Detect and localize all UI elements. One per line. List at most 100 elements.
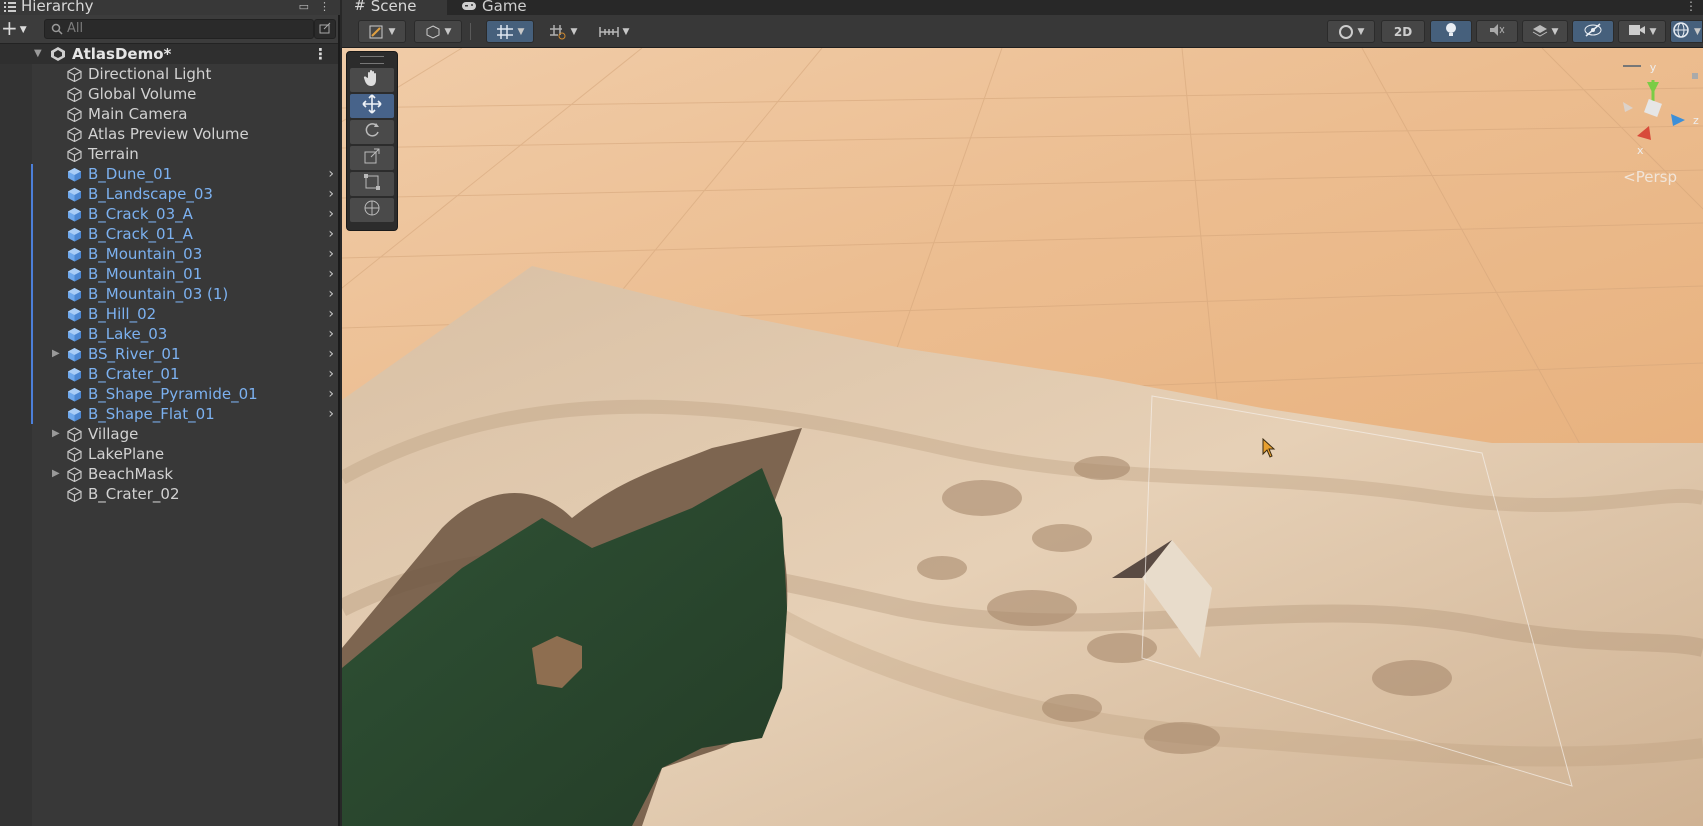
chevron-right-icon[interactable]: › [328, 164, 334, 184]
effects-dropdown[interactable]: ▼ [1522, 20, 1568, 43]
hierarchy-row[interactable]: B_Mountain_03 (1) › [0, 284, 338, 304]
chevron-right-icon[interactable]: › [328, 204, 334, 224]
ruler-dropdown[interactable]: ▼ [590, 20, 638, 43]
add-object-button[interactable]: + ▼ [1, 18, 29, 39]
lighting-toggle[interactable] [1430, 20, 1472, 43]
chevron-right-icon[interactable]: › [328, 264, 334, 284]
scene-root-row[interactable]: ▼ AtlasDemo* ⋮ [0, 44, 338, 64]
hierarchy-row[interactable]: B_Dune_01 › [0, 164, 338, 184]
hidden-objects-toggle[interactable] [1572, 20, 1614, 43]
more-options-icon[interactable]: ⋮ [319, 0, 330, 13]
prefab-icon [67, 387, 82, 402]
hierarchy-row[interactable]: B_Mountain_01 › [0, 264, 338, 284]
gizmo-center-cube[interactable] [1644, 99, 1662, 117]
gameobject-icon [67, 147, 82, 163]
hand-tool-button[interactable] [350, 68, 394, 92]
search-input[interactable]: All [44, 19, 314, 39]
gameobject-icon [67, 107, 82, 123]
hierarchy-item-label: Main Camera [88, 105, 188, 123]
draw-mode-dropdown[interactable]: ▼ [358, 20, 406, 43]
gizmo-z-axis[interactable] [1671, 114, 1685, 126]
hierarchy-row[interactable]: Main Camera [0, 104, 338, 124]
hierarchy-row[interactable]: ▶ Village [0, 424, 338, 444]
camera-icon [1628, 24, 1646, 39]
increment-snap-dropdown[interactable]: ▼ [542, 20, 584, 43]
scale-tool-button[interactable] [350, 146, 394, 170]
grid-icon: # [354, 0, 366, 14]
hierarchy-item-label: LakePlane [88, 445, 165, 463]
hierarchy-row[interactable]: Atlas Preview Volume [0, 124, 338, 144]
chevron-right-icon[interactable]: › [328, 384, 334, 404]
chevron-right-icon[interactable]: › [328, 404, 334, 424]
toggle-2d-button[interactable]: 2D [1381, 20, 1425, 43]
list-icon [4, 1, 16, 12]
chevron-right-icon[interactable]: › [328, 324, 334, 344]
gizmos-dropdown[interactable]: ▼ [1670, 20, 1703, 43]
gizmo-x-axis[interactable] [1637, 126, 1651, 140]
hierarchy-row[interactable]: Directional Light [0, 64, 338, 84]
chevron-right-icon[interactable]: › [328, 224, 334, 244]
projection-toggle[interactable]: <Persp [1623, 168, 1677, 186]
transform-tool-button[interactable] [350, 198, 394, 222]
rect-tool-button[interactable] [350, 172, 394, 196]
hierarchy-row[interactable]: LakePlane [0, 444, 338, 464]
move-tool-button[interactable] [350, 94, 394, 118]
transform-icon [363, 199, 381, 221]
hierarchy-row[interactable]: B_Hill_02 › [0, 304, 338, 324]
chevron-right-icon[interactable]: › [328, 184, 334, 204]
tab-scene-label: Scene [370, 0, 417, 15]
tab-game-label: Game [482, 0, 527, 15]
shading-dropdown[interactable]: ▼ [1327, 20, 1375, 43]
chevron-right-icon[interactable]: › [328, 364, 334, 384]
hierarchy-row[interactable]: ▶ BeachMask [0, 464, 338, 484]
hierarchy-row[interactable]: B_Shape_Pyramide_01 › [0, 384, 338, 404]
rotate-tool-button[interactable] [350, 120, 394, 144]
prefab-icon [67, 267, 82, 282]
hierarchy-row[interactable]: B_Crater_01 › [0, 364, 338, 384]
chevron-right-icon[interactable]: › [328, 284, 334, 304]
tab-game[interactable]: Game [451, 0, 551, 15]
hierarchy-row[interactable]: Global Volume [0, 84, 338, 104]
mouse-cursor-icon [1262, 437, 1278, 464]
prefab-override-bar [31, 404, 33, 424]
foldout-collapsed-icon[interactable]: ▶ [52, 464, 60, 484]
hidden-icon [1584, 23, 1602, 40]
scene-menu-icon[interactable]: ⋮ [313, 44, 328, 64]
gameobject-icon [67, 487, 82, 503]
lightbulb-icon [1444, 22, 1458, 41]
hierarchy-row[interactable]: Terrain [0, 144, 338, 164]
tab-scene[interactable]: # Scene [342, 0, 447, 15]
scene-panel: # Scene Game ⋮ ▼ ▼ ▼ ▼ ▼ ▼ 2D ▼ ▼ ▼ y z … [342, 0, 1703, 826]
hierarchy-row[interactable]: B_Crater_02 [0, 484, 338, 504]
scene-viewport[interactable]: y z x <Persp [342, 48, 1703, 826]
hierarchy-row[interactable]: B_Crack_03_A › [0, 204, 338, 224]
gizmo-y-axis[interactable] [1647, 82, 1659, 94]
foldout-expanded-icon[interactable]: ▼ [34, 44, 42, 64]
tab-hierarchy[interactable]: Hierarchy [0, 0, 340, 15]
hierarchy-panel: Hierarchy ▭ ⋮ + ▼ All ▼ AtlasDemo* ⋮ Dire… [0, 0, 340, 826]
chevron-right-icon[interactable]: › [328, 344, 334, 364]
chevron-right-icon[interactable]: › [328, 304, 334, 324]
hierarchy-row[interactable]: B_Mountain_03 › [0, 244, 338, 264]
grid-snap-toggle[interactable]: ▼ [486, 20, 534, 43]
chevron-right-icon[interactable]: › [328, 244, 334, 264]
camera-dropdown[interactable]: ▼ [1618, 20, 1666, 43]
hierarchy-row[interactable]: B_Landscape_03 › [0, 184, 338, 204]
more-options-icon[interactable]: ⋮ [1685, 0, 1697, 12]
toolbar-separator [470, 23, 471, 40]
scene-visibility-dropdown[interactable]: ▼ [414, 20, 462, 43]
audio-toggle[interactable] [1476, 20, 1518, 43]
hierarchy-item-label: Village [88, 425, 139, 443]
hierarchy-row[interactable]: B_Shape_Flat_01 › [0, 404, 338, 424]
lock-icon[interactable]: ▭ [299, 0, 309, 13]
prefab-override-bar [31, 184, 33, 204]
hierarchy-tabbar: Hierarchy ▭ ⋮ [0, 0, 340, 15]
search-placeholder: All [67, 21, 84, 36]
hierarchy-row[interactable]: B_Lake_03 › [0, 324, 338, 344]
foldout-collapsed-icon[interactable]: ▶ [52, 424, 60, 444]
foldout-collapsed-icon[interactable]: ▶ [52, 344, 60, 364]
hierarchy-row[interactable]: ▶ BS_River_01 › [0, 344, 338, 364]
palette-grip[interactable] [360, 56, 384, 64]
search-scope-button[interactable] [314, 19, 336, 39]
hierarchy-row[interactable]: B_Crack_01_A › [0, 224, 338, 244]
